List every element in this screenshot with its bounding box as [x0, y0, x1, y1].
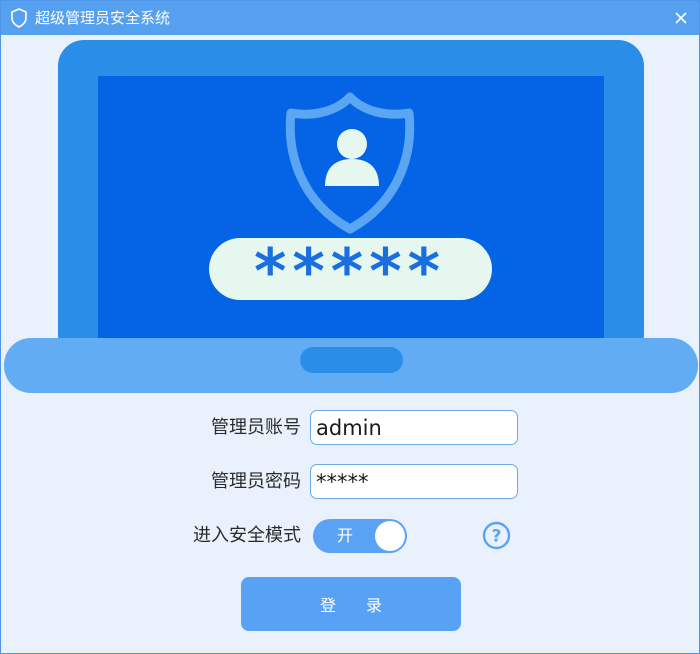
close-icon[interactable] — [669, 6, 693, 30]
toggle-state-label: 开 — [337, 526, 354, 545]
svg-text:?: ? — [492, 527, 502, 547]
login-window: 超级管理员安全系统 ***** 管理员账号 管理员密码 进入安全模式 — [0, 0, 700, 654]
title-bar[interactable]: 超级管理员安全系统 — [1, 1, 699, 35]
safe-mode-toggle[interactable]: 开 — [313, 519, 407, 553]
window-title: 超级管理员安全系统 — [35, 9, 171, 27]
password-mask-text: ***** — [254, 235, 446, 308]
password-row: 管理员密码 — [1, 464, 699, 500]
account-label: 管理员账号 — [211, 417, 301, 438]
safe-mode-row: 进入安全模式 开 ? — [1, 518, 699, 554]
password-label: 管理员密码 — [211, 471, 301, 492]
toggle-knob — [375, 521, 405, 551]
account-input[interactable] — [310, 410, 518, 445]
password-input[interactable] — [310, 464, 518, 499]
account-row: 管理员账号 — [1, 410, 699, 446]
login-button[interactable]: 登录 — [241, 577, 461, 631]
laptop-login-illustration: ***** — [4, 40, 698, 393]
laptop-trackpad — [300, 347, 403, 373]
question-circle-icon[interactable]: ? — [482, 521, 511, 550]
shield-icon — [11, 8, 27, 28]
safe-mode-label: 进入安全模式 — [193, 525, 301, 546]
